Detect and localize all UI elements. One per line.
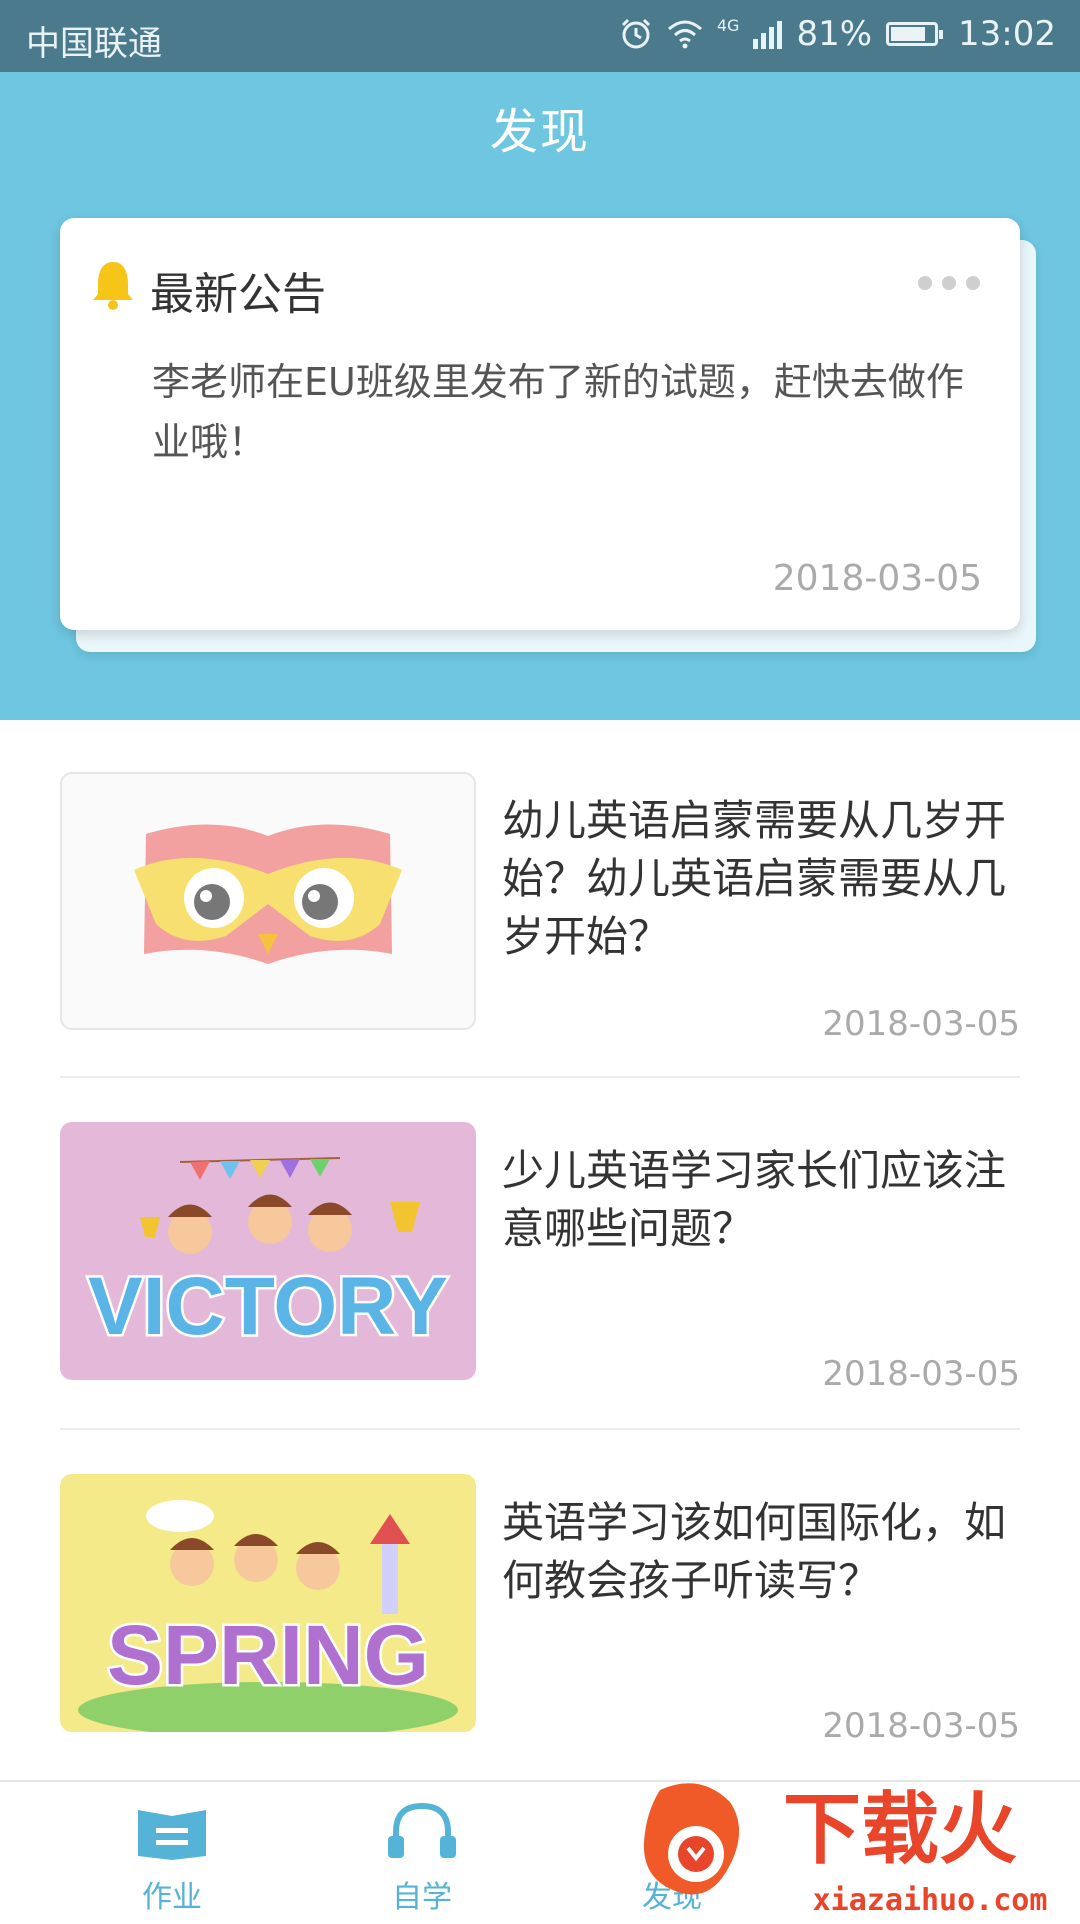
article-item[interactable]: VICTORY 少儿英语学习家长们应该注意哪些问题？ 2018-03-05 [60, 1122, 1020, 1394]
battery-percent: 81% [796, 14, 873, 54]
article-thumbnail-owl [60, 772, 476, 1030]
victory-text: VICTORY [88, 1261, 448, 1352]
article-title: 英语学习该如何国际化，如何教会孩子听读写？ [502, 1498, 1007, 1605]
notice-title: 最新公告 [150, 269, 326, 320]
owl-logo-icon [134, 824, 402, 964]
signal-icon [753, 19, 783, 49]
article-date: 2018-03-05 [822, 1004, 1020, 1044]
xiazaihuo-logo-icon: 下载火 xiazaihuo.com [643, 1783, 1048, 1918]
watermark: 下载火 xiazaihuo.com [630, 1772, 1080, 1920]
divider [60, 1428, 1020, 1430]
headphones-icon [388, 1802, 456, 1858]
alarm-icon [621, 18, 650, 49]
status-bar: 中国联通 4G 81% 13:02 [0, 0, 1080, 72]
book-icon [138, 1810, 206, 1860]
spring-text: SPRING [107, 1608, 429, 1702]
article-title: 幼儿英语启蒙需要从几岁开始？幼儿英语启蒙需要从几岁开始？ [502, 796, 1007, 961]
tab-self-study-label: 自学 [392, 1880, 452, 1915]
more-icon[interactable] [918, 276, 980, 290]
battery-icon [886, 22, 944, 46]
watermark-url: xiazaihuo.com [813, 1883, 1048, 1918]
page-title: 发现 [489, 104, 590, 160]
wifi-icon [667, 20, 702, 49]
notice-date: 2018-03-05 [772, 558, 982, 599]
tab-homework[interactable]: 作业 [92, 1802, 252, 1916]
tab-self-study[interactable]: 自学 [342, 1802, 502, 1916]
spring-illustration-icon: SPRING [78, 1500, 458, 1732]
network-type: 4G [716, 16, 740, 35]
article-thumbnail-spring: SPRING [60, 1474, 476, 1732]
article-date: 2018-03-05 [822, 1354, 1020, 1394]
watermark-brand: 下载火 [783, 1785, 1017, 1875]
article-title: 少儿英语学习家长们应该注意哪些问题？ [502, 1146, 1007, 1253]
article-thumbnail-victory: VICTORY [60, 1122, 476, 1380]
tab-homework-label: 作业 [142, 1880, 202, 1915]
battery-fill [891, 27, 926, 41]
divider [60, 1076, 1020, 1078]
discover-header: 发现 最新公告 李老师在EU班级里发布了新的试题，赶快去做作业哦！ 2018-0… [0, 72, 1080, 720]
article-item[interactable]: 幼儿英语启蒙需要从几岁开始？幼儿英语启蒙需要从几岁开始？ 2018-03-05 [60, 772, 1020, 1044]
victory-illustration-icon: VICTORY [86, 1157, 450, 1355]
carrier-name: 中国联通 [26, 24, 162, 64]
bell-icon [93, 262, 133, 310]
clock: 13:02 [958, 14, 1056, 54]
article-item[interactable]: SPRING 英语学习该如何国际化，如何教会孩子听读写？ 2018-03-05 [60, 1474, 1020, 1746]
notice-card[interactable]: 最新公告 李老师在EU班级里发布了新的试题，赶快去做作业哦！ 2018-03-0… [60, 218, 1020, 630]
article-date: 2018-03-05 [822, 1706, 1020, 1746]
notice-body: 李老师在EU班级里发布了新的试题，赶快去做作业哦！ [152, 360, 964, 464]
